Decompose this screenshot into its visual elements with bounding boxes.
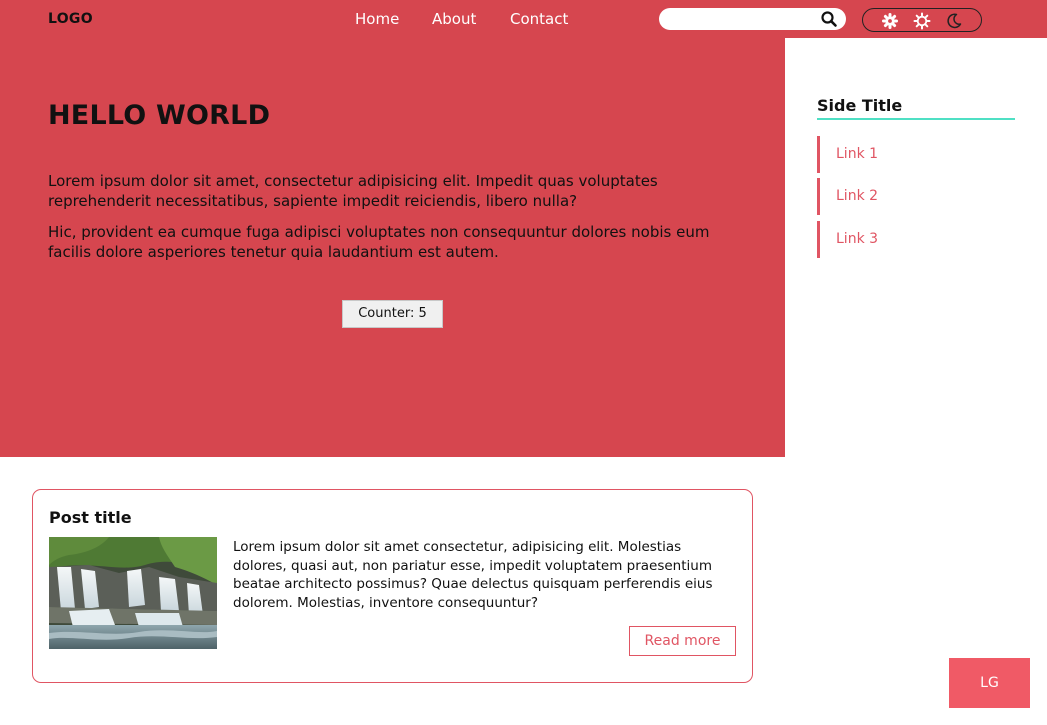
theme-switcher xyxy=(862,8,982,32)
post-thumbnail xyxy=(49,537,217,649)
sun-icon[interactable] xyxy=(913,12,931,30)
search-box xyxy=(659,8,846,30)
sidebar-link-3[interactable]: Link 3 xyxy=(817,221,1017,258)
nav-link-about[interactable]: About xyxy=(432,10,476,28)
post-title: Post title xyxy=(49,508,132,527)
post-excerpt: Lorem ipsum dolor sit amet consectetur, … xyxy=(233,539,713,611)
search-icon[interactable] xyxy=(820,10,838,28)
hero-paragraph: Hic, provident ea cumque fuga adipisci v… xyxy=(48,223,710,261)
sidebar-title-divider xyxy=(817,118,1015,120)
nav-link-contact[interactable]: Contact xyxy=(510,10,568,28)
nav-link-home[interactable]: Home xyxy=(355,10,399,28)
hero-section: HELLO WORLD Lorem ipsum dolor sit amet, … xyxy=(0,38,785,457)
counter-button[interactable]: Counter: 5 xyxy=(342,300,443,328)
top-navbar: LOGO Home About Contact xyxy=(0,0,1047,38)
moon-icon[interactable] xyxy=(945,12,963,30)
breakpoint-badge[interactable]: LG xyxy=(949,658,1030,708)
logo[interactable]: LOGO xyxy=(48,11,93,27)
read-more-button[interactable]: Read more xyxy=(629,626,736,656)
page-title: HELLO WORLD xyxy=(48,100,271,131)
hero-paragraph: Lorem ipsum dolor sit amet, consectetur … xyxy=(48,172,658,210)
gear-icon[interactable] xyxy=(881,12,899,30)
post-card: Post title Lorem ipsum dolor sit amet co… xyxy=(32,489,753,683)
sidebar-link-1[interactable]: Link 1 xyxy=(817,136,1017,173)
search-input[interactable] xyxy=(669,10,809,28)
sidebar-title: Side Title xyxy=(817,96,903,115)
sidebar: Side Title Link 1 Link 2 Link 3 xyxy=(785,38,1047,457)
sidebar-link-2[interactable]: Link 2 xyxy=(817,178,1017,215)
